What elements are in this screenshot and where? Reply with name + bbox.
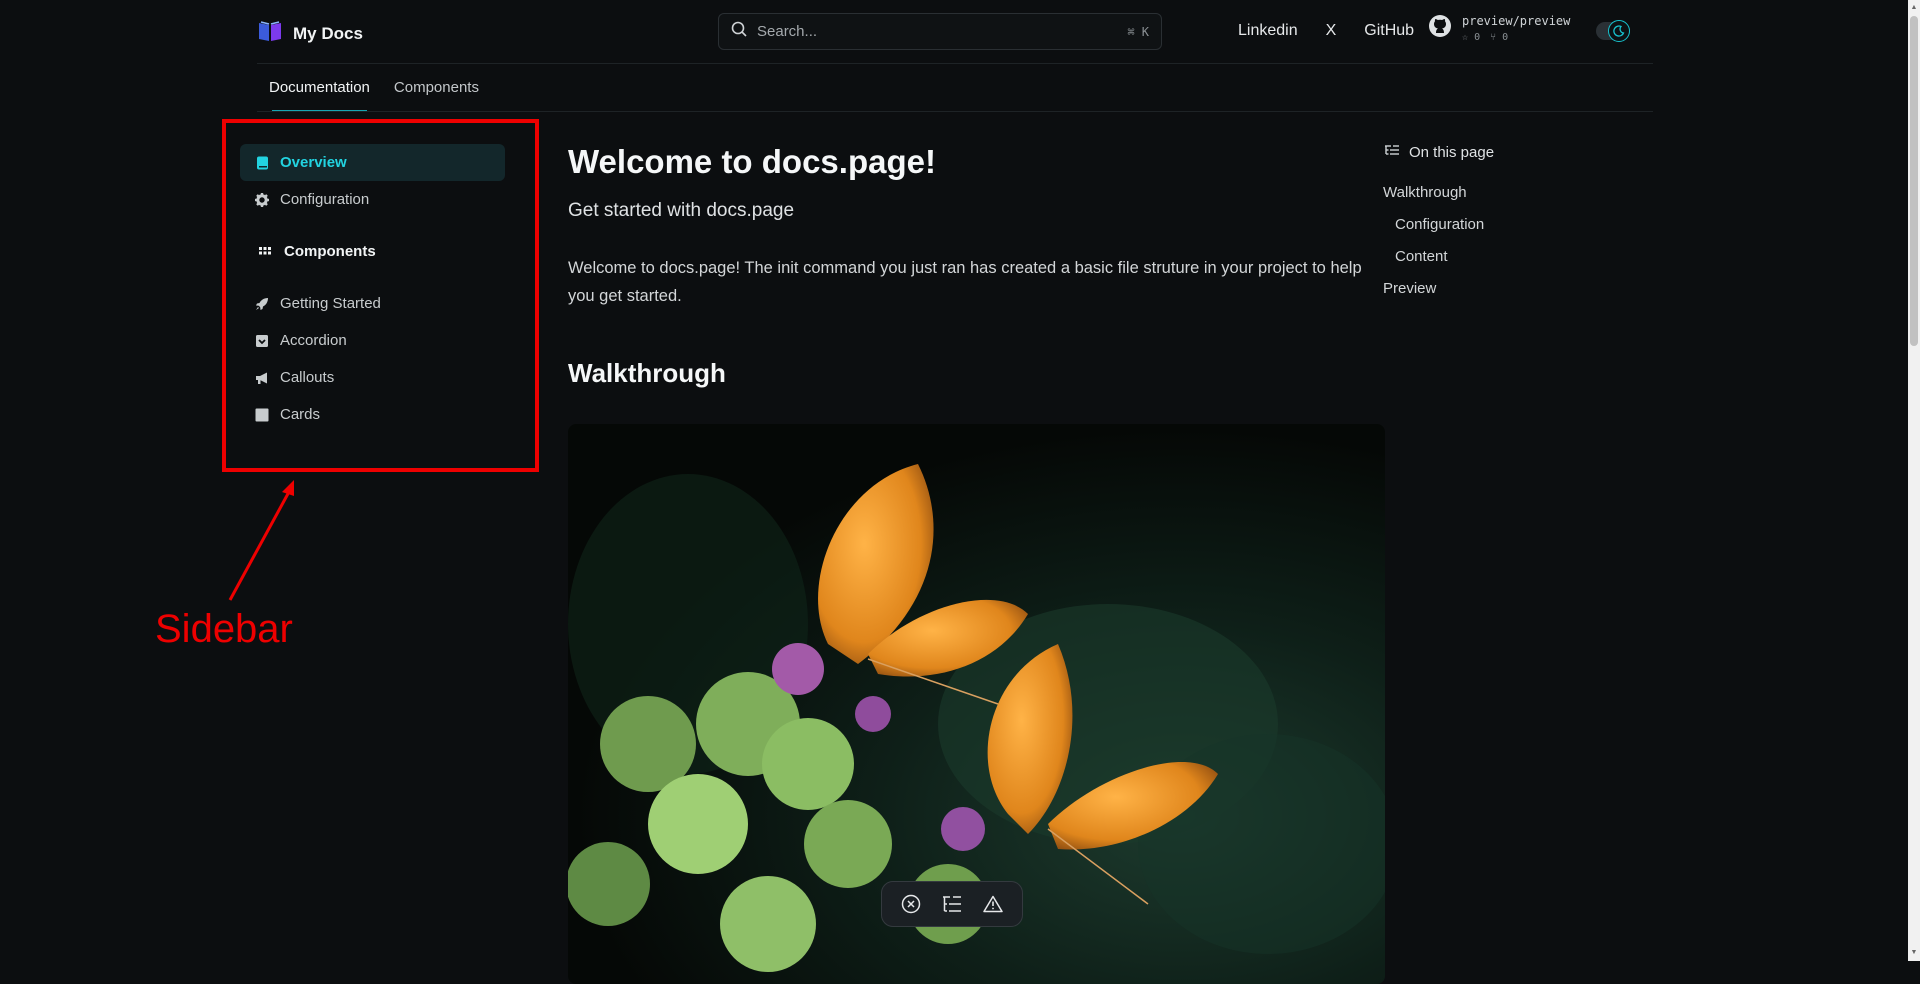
list-tree-icon[interactable]: [938, 890, 966, 918]
toc-item-content[interactable]: Content: [1383, 241, 1623, 273]
brand-title: My Docs: [293, 23, 363, 43]
main-content: Welcome to docs.page! Get started with d…: [568, 140, 1383, 412]
section-heading-walkthrough: Walkthrough: [568, 358, 726, 388]
theme-toggle[interactable]: [1596, 20, 1630, 42]
github-link[interactable]: GitHub: [1364, 22, 1414, 40]
annotation-label: Sidebar: [155, 607, 293, 651]
top-header: My Docs Search... ⌘ K Linkedin X GitHub …: [0, 0, 1920, 64]
github-repo-link[interactable]: preview/preview ☆ 0 ⑂ 0: [1428, 14, 1570, 43]
toc-list: Walkthrough Configuration Content Previe…: [1383, 177, 1623, 305]
linkedin-link[interactable]: Linkedin: [1238, 22, 1298, 40]
vertical-scrollbar[interactable]: ▲ ▼: [1908, 0, 1920, 961]
floating-toolbar: [881, 881, 1023, 927]
repo-stars: 0: [1474, 32, 1481, 43]
repo-stats: ☆ 0 ⑂ 0: [1462, 32, 1570, 43]
repo-name: preview/preview: [1462, 14, 1571, 28]
x-link[interactable]: X: [1326, 22, 1337, 40]
scroll-down-icon[interactable]: ▼: [1910, 947, 1918, 959]
search-shortcut: ⌘ K: [1127, 24, 1149, 39]
logo-book-icon: [257, 19, 283, 48]
search-icon: [731, 21, 747, 42]
github-icon: [1428, 14, 1452, 43]
header-links: Linkedin X GitHub: [1238, 22, 1442, 40]
toc-item-preview[interactable]: Preview: [1383, 273, 1623, 305]
brand-link[interactable]: My Docs: [257, 19, 363, 48]
search-input[interactable]: Search... ⌘ K: [718, 13, 1162, 50]
scrollbar-thumb[interactable]: [1910, 16, 1918, 346]
fork-icon: ⑂: [1490, 32, 1497, 43]
list-tree-icon: [1385, 144, 1399, 161]
close-circle-icon[interactable]: [897, 890, 925, 918]
tab-documentation[interactable]: Documentation: [257, 64, 382, 112]
annotation-arrow: [228, 480, 294, 601]
tabs-divider: [257, 111, 1653, 112]
star-icon: ☆: [1462, 32, 1469, 43]
sidebar-highlight-box: [222, 119, 539, 472]
search-placeholder: Search...: [757, 23, 818, 40]
page-title: Welcome to docs.page!: [568, 143, 936, 180]
tab-components[interactable]: Components: [382, 64, 491, 112]
repo-forks: 0: [1502, 32, 1509, 43]
warning-icon[interactable]: [979, 890, 1007, 918]
table-of-contents: On this page Walkthrough Configuration C…: [1383, 144, 1623, 305]
toc-header: On this page: [1385, 144, 1623, 161]
toc-item-walkthrough[interactable]: Walkthrough: [1383, 177, 1623, 209]
toc-item-configuration[interactable]: Configuration: [1383, 209, 1623, 241]
top-tabs: Documentation Components: [257, 64, 491, 112]
toc-heading: On this page: [1409, 144, 1495, 161]
moon-icon: [1608, 20, 1630, 42]
scroll-up-icon[interactable]: ▲: [1910, 2, 1918, 14]
intro-paragraph: Welcome to docs.page! The init command y…: [568, 259, 1362, 305]
page-subtitle: Get started with docs.page: [568, 200, 795, 221]
